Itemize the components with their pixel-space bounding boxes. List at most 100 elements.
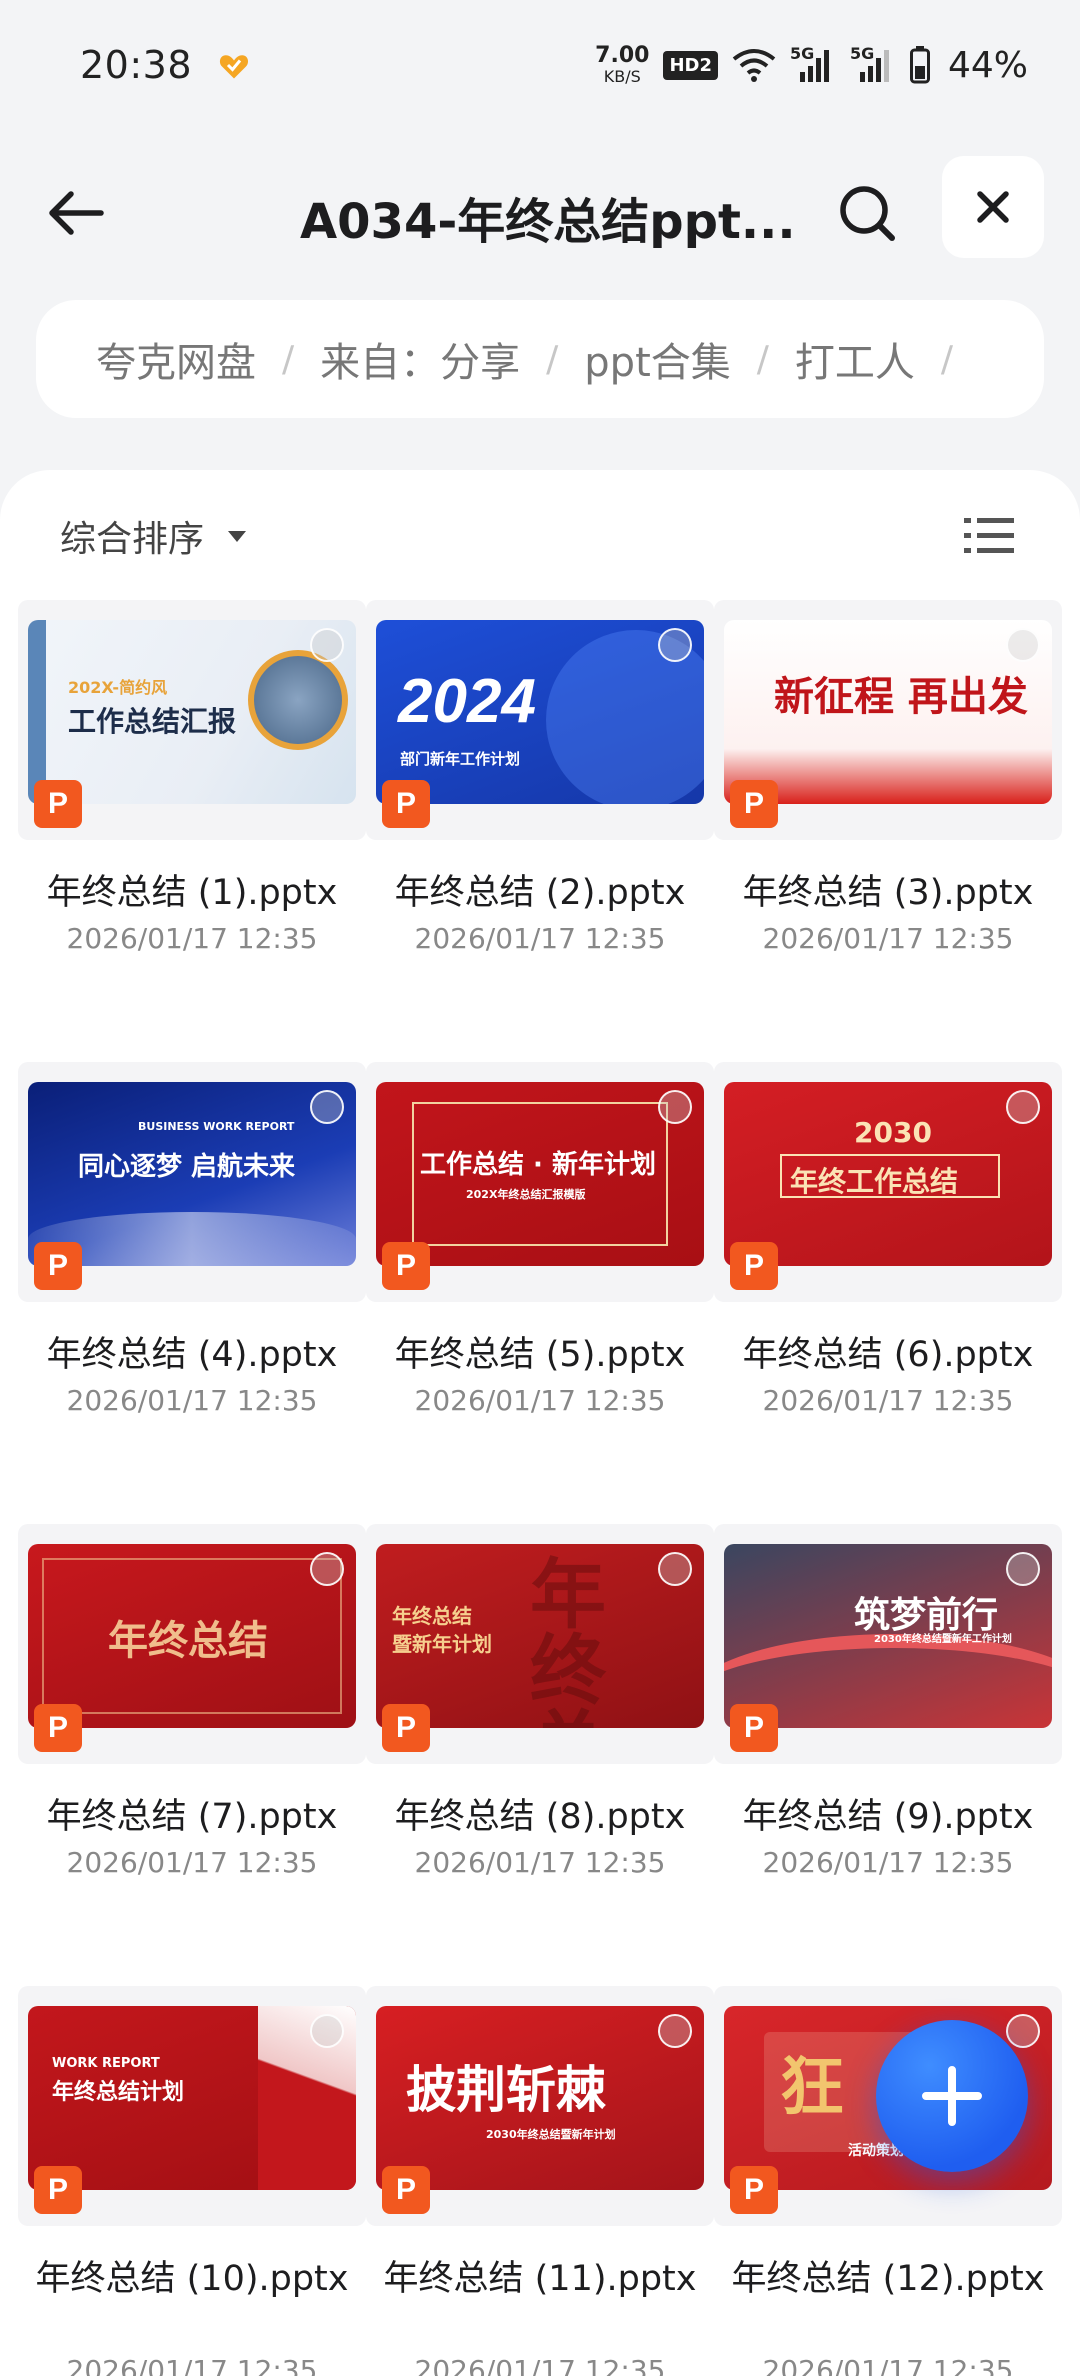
thumbnail-title: 狂 — [780, 2050, 844, 2125]
list-view-icon[interactable] — [964, 514, 1014, 558]
back-button[interactable] — [40, 178, 110, 248]
thumbnail-title: 2024 — [398, 667, 536, 736]
select-checkbox[interactable] — [1006, 628, 1040, 662]
file-name: 年终总结 (1).pptx — [46, 873, 338, 913]
file-name: 年终总结 (4).pptx — [46, 1335, 338, 1375]
file-card[interactable]: 工作总结 · 新年计划 202X年终总结汇报模版 P 年终总结 (5).pptx… — [366, 1062, 714, 1502]
select-checkbox[interactable] — [310, 1552, 344, 1586]
breadcrumb: 夸克网盘 / 来自：分享 / ppt合集 / 打工人 / — [36, 300, 1044, 418]
file-card[interactable]: 2024 部门新年工作计划 P 年终总结 (2).pptx 2026/01/17… — [366, 600, 714, 1040]
thumbnail-title: 新征程 再出发 — [774, 673, 1028, 720]
select-checkbox[interactable] — [310, 2014, 344, 2048]
file-thumbnail: 筑梦前行 2030年终总结暨新年工作计划 — [724, 1544, 1052, 1728]
select-checkbox[interactable] — [658, 1090, 692, 1124]
file-thumbnail: 年终总结 — [28, 1544, 356, 1728]
file-date: 2026/01/17 12:35 — [762, 1384, 1014, 1417]
file-thumbnail: 年终总结 暨新年计划 年终总结 — [376, 1544, 704, 1728]
file-date: 2026/01/17 12:35 — [414, 1846, 666, 1879]
select-checkbox[interactable] — [310, 628, 344, 662]
signal-2: 5G — [850, 44, 896, 84]
select-checkbox[interactable] — [1006, 2014, 1040, 2048]
file-name: 年终总结 (3).pptx — [742, 873, 1034, 913]
breadcrumb-item-share[interactable]: 来自：分享 — [320, 330, 520, 388]
thumbnail-subtitle: 暨新年计划 — [392, 1632, 492, 1656]
file-date: 2026/01/17 12:35 — [762, 922, 1014, 955]
file-thumbnail: WORK REPORT 年终总结计划 — [28, 2006, 356, 2190]
thumbnail-title: 年终总结计划 — [52, 2080, 185, 2105]
file-date: 2026/01/17 12:35 — [66, 922, 318, 955]
sort-dropdown[interactable]: 综合排序 — [60, 510, 247, 562]
file-thumbnail: 新征程 再出发 — [724, 620, 1052, 804]
sort-label: 综合排序 — [60, 519, 205, 560]
plus-icon — [922, 2066, 982, 2126]
file-name: 年终总结 (5).pptx — [394, 1335, 686, 1375]
ppt-file-icon: P — [730, 1704, 778, 1752]
select-checkbox[interactable] — [310, 1090, 344, 1124]
search-icon — [840, 186, 895, 241]
select-checkbox[interactable] — [658, 628, 692, 662]
file-name: 年终总结 (2).pptx — [394, 873, 686, 913]
thumbnail-frame: WORK REPORT 年终总结计划 P — [18, 1986, 366, 2226]
file-thumbnail: 2030 年终工作总结 — [724, 1082, 1052, 1266]
file-card[interactable]: 披荆斩棘 2030年终总结暨新年计划 P 年终总结 (11).pptx 2026… — [366, 1986, 714, 2376]
file-card[interactable]: 新征程 再出发 P 年终总结 (3).pptx 2026/01/17 12:35 — [714, 600, 1062, 1040]
net-speed-value: 7.00 — [595, 43, 650, 68]
breadcrumb-item-root[interactable]: 夸克网盘 — [96, 330, 256, 388]
ppt-file-icon: P — [34, 1704, 82, 1752]
file-thumbnail: 工作总结 · 新年计划 202X年终总结汇报模版 — [376, 1082, 704, 1266]
thumbnail-frame: 新征程 再出发 P — [714, 600, 1062, 840]
select-checkbox[interactable] — [658, 2014, 692, 2048]
thumbnail-frame: 工作总结 · 新年计划 202X年终总结汇报模版 P — [366, 1062, 714, 1302]
net-speed: 7.00 KB/S — [595, 45, 649, 85]
breadcrumb-separator: / — [282, 338, 295, 380]
file-card[interactable]: 筑梦前行 2030年终总结暨新年工作计划 P 年终总结 (9).pptx 202… — [714, 1524, 1062, 1964]
file-date: 2026/01/17 12:35 — [414, 922, 666, 955]
hd-badge: HD2 — [663, 50, 718, 80]
breadcrumb-item-ppt[interactable]: ppt合集 — [584, 330, 730, 388]
file-date: 2026/01/17 12:35 — [414, 1384, 666, 1417]
thumbnail-title: 工作总结 · 新年计划 — [420, 1150, 656, 1180]
thumbnail-title: 年终总结 — [392, 1604, 472, 1628]
net-speed-unit: KB/S — [603, 67, 641, 86]
file-card[interactable]: 202X-简约风 工作总结汇报 P 年终总结 (1).pptx 2026/01/… — [18, 600, 366, 1040]
thumbnail-subtitle: 202X-简约风 — [68, 678, 168, 697]
thumbnail-subtitle: 2030年终总结暨新年工作计划 — [874, 1634, 1012, 1645]
thumbnail-frame: 年终总结 P — [18, 1524, 366, 1764]
file-card[interactable]: BUSINESS WORK REPORT 同心逐梦 启航未来 P 年终总结 (4… — [18, 1062, 366, 1502]
select-checkbox[interactable] — [1006, 1090, 1040, 1124]
select-checkbox[interactable] — [658, 1552, 692, 1586]
close-icon — [977, 191, 1009, 223]
breadcrumb-separator: / — [940, 338, 954, 380]
file-card[interactable]: WORK REPORT 年终总结计划 P 年终总结 (10).pptx 2026… — [18, 1986, 366, 2376]
file-card[interactable]: 2030 年终工作总结 P 年终总结 (6).pptx 2026/01/17 1… — [714, 1062, 1062, 1502]
thumbnail-frame: 披荆斩棘 2030年终总结暨新年计划 P — [366, 1986, 714, 2226]
thumbnail-frame: 筑梦前行 2030年终总结暨新年工作计划 P — [714, 1524, 1062, 1764]
file-date: 2026/01/17 12:35 — [66, 2354, 318, 2376]
status-time: 20:38 — [80, 43, 193, 87]
thumbnail-frame: 202X-简约风 工作总结汇报 P — [18, 600, 366, 840]
ppt-file-icon: P — [382, 780, 430, 828]
breadcrumb-item-worker[interactable]: 打工人 — [795, 330, 915, 388]
ppt-file-icon: P — [34, 2166, 82, 2214]
breadcrumb-separator: / — [756, 338, 769, 380]
file-date: 2026/01/17 12:35 — [414, 2354, 666, 2376]
thumbnail-frame: 2030 年终工作总结 P — [714, 1062, 1062, 1302]
status-indicators: 7.00 KB/S HD2 5G 5G 44% — [595, 44, 1028, 86]
ppt-file-icon: P — [730, 780, 778, 828]
file-card[interactable]: 年终总结 暨新年计划 年终总结 P 年终总结 (8).pptx 2026/01/… — [366, 1524, 714, 1964]
select-checkbox[interactable] — [1006, 1552, 1040, 1586]
header: A034-年终总结ppt... — [0, 150, 1080, 270]
file-card[interactable]: 年终总结 P 年终总结 (7).pptx 2026/01/17 12:35 — [18, 1524, 366, 1964]
app-heart-icon — [219, 55, 249, 79]
add-button[interactable] — [876, 2020, 1028, 2172]
thumbnail-title: 年终总结 — [108, 1618, 268, 1664]
thumbnail-subtitle: WORK REPORT — [52, 2056, 160, 2071]
file-name: 年终总结 (12).pptx — [731, 2259, 1045, 2299]
search-button[interactable] — [832, 178, 902, 248]
thumbnail-subtitle: 2030年终总结暨新年计划 — [486, 2128, 616, 2141]
file-thumbnail: 2024 部门新年工作计划 — [376, 620, 704, 804]
close-button[interactable] — [942, 156, 1044, 258]
thumbnail-subtitle: 2030 — [854, 1116, 932, 1149]
file-card[interactable]: 狂 活动策划 P 年终总结 (12).pptx 2026/01/17 12:35 — [714, 1986, 1062, 2376]
ppt-file-icon: P — [34, 1242, 82, 1290]
